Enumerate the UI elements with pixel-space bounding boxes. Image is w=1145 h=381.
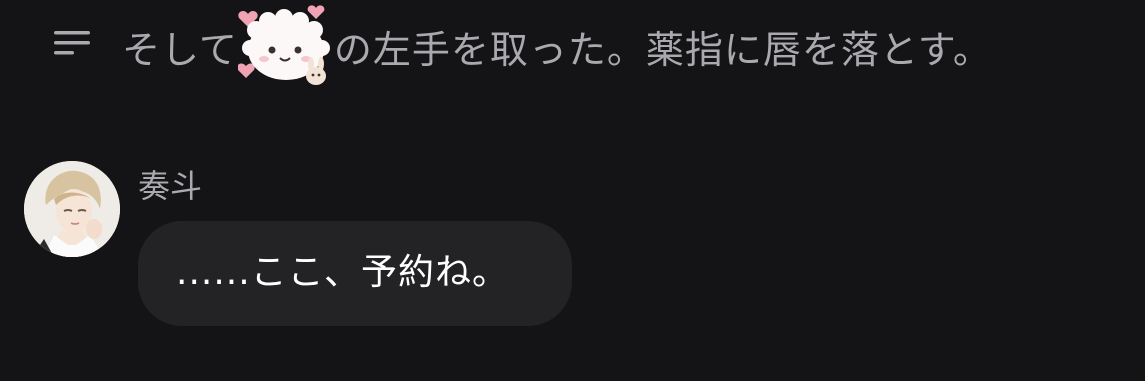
character-avatar[interactable] bbox=[24, 161, 120, 257]
menu-icon[interactable] bbox=[52, 28, 92, 58]
message-bubble[interactable]: ......ここ、予約ね。 bbox=[138, 221, 572, 326]
chat-screen: そして の左手を取った。薬指に唇を落とす。 奏斗 ......ここ、予約ね。 bbox=[0, 0, 1145, 381]
narration-text-before: そして bbox=[122, 28, 238, 72]
speaker-name: 奏斗 bbox=[138, 167, 203, 205]
fluffy-bunny-sticker-icon bbox=[237, 5, 334, 85]
narration-text: そして の左手を取った。薬指に唇を落とす。 bbox=[122, 5, 992, 85]
narration-text-after: の左手を取った。薬指に唇を落とす。 bbox=[333, 28, 992, 72]
message-text: ......ここ、予約ね。 bbox=[176, 252, 509, 293]
narration-row: そして の左手を取った。薬指に唇を落とす。 bbox=[0, 0, 1145, 110]
